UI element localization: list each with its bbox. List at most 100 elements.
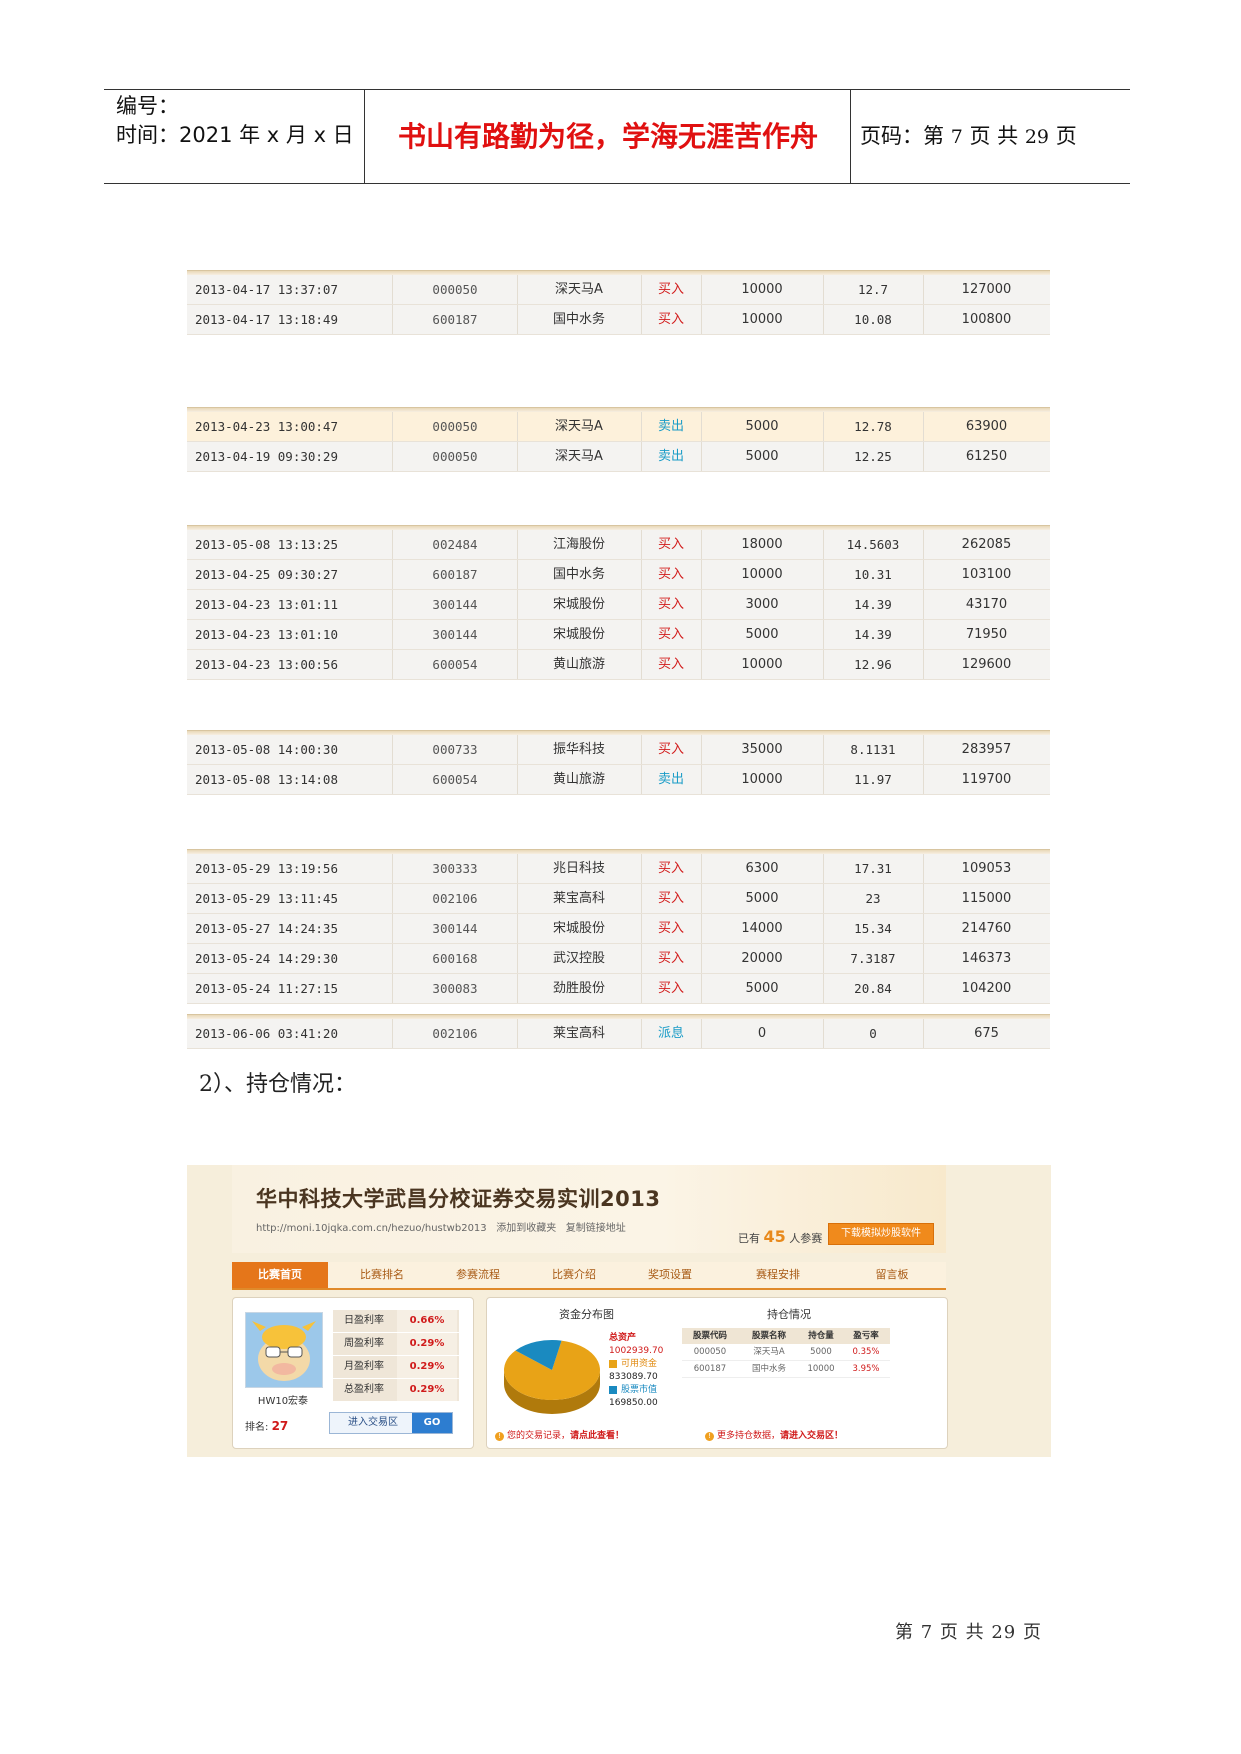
trade-quantity: 10000 [701,305,824,334]
trade-action: 派息 [641,1019,702,1048]
trade-price: 12.7 [823,275,924,304]
trade-quantity: 5000 [701,442,824,471]
avatar [245,1312,323,1388]
trade-record-note[interactable]: ! 您的交易记录，请点此查看！ [495,1428,624,1441]
trade-amount: 109053 [961,861,1012,876]
trade-row: 2013-05-24 11:27:15 300083 劲胜股份 买入 5000 20.84… [187,974,1050,1004]
note-link[interactable]: 请点此查看！ [570,1431,624,1441]
trade-row: 2013-05-08 14:00:30 000733 振华科技 买入 35000 8.11… [187,735,1050,765]
rank-value: 27 [271,1419,289,1433]
trade-quantity: 10000 [701,560,824,589]
stock-name: 江海股份 [517,530,642,559]
trade-action: 买入 [641,560,702,589]
cash-legend: 可用资金 [609,1358,663,1371]
stat-label: 月盈利率 [344,1361,384,1372]
trade-time: 2013-04-25 09:30:27 [187,560,393,589]
stock-code: 300083 [393,974,518,1003]
fund-pie-chart [504,1340,600,1414]
contest-url[interactable]: http://moni.10jqka.com.cn/hezuo/hustwb20… [256,1223,487,1234]
trade-amount: 43170 [965,597,1008,612]
page-prefix: 页码：第 [860,124,944,148]
stock-code: 600187 [393,305,518,334]
trade-action: 买入 [641,914,702,943]
stock-name: 武汉控股 [517,944,642,973]
nav-tab-ranking[interactable]: 比赛排名 [334,1262,430,1288]
trade-time: 2013-04-19 09:30:29 [187,442,393,471]
holdings-header: 股票代码 [692,1331,727,1341]
profit-stats: 日盈利率 0.66% 周盈利率 0.29% 月盈利率 0.29% 总盈利率 0.29% [333,1310,459,1402]
page-total: 29 [1024,126,1050,148]
trade-price: 12.78 [823,412,924,441]
trade-price: 11.97 [823,765,924,794]
trade-price: 10.08 [823,305,924,334]
note-link[interactable]: 请进入交易区！ [780,1431,843,1441]
nav-tab-process[interactable]: 参赛流程 [430,1262,526,1288]
download-software-button[interactable]: 下载模拟炒股软件 [828,1223,934,1245]
trade-time: 2013-05-08 13:13:25 [187,530,393,559]
stock-name: 国中水务 [517,560,642,589]
stock-code: 002484 [393,530,518,559]
copy-link[interactable]: 复制链接地址 [566,1223,626,1234]
trade-quantity: 18000 [701,530,824,559]
trade-amount: 146373 [961,951,1012,966]
stock-name: 莱宝高科 [517,884,642,913]
trade-quantity: 0 [701,1019,824,1048]
holding-code: 000050 [693,1347,727,1357]
holding-code: 600187 [693,1364,727,1374]
nav-tab-schedule[interactable]: 赛程安排 [718,1262,838,1288]
trade-table: 2013-06-06 03:41:20 002106 莱宝高科 派息 0 0 675 [187,1014,1050,1049]
trade-amount: 262085 [961,537,1012,552]
trade-quantity: 6300 [701,854,824,883]
enter-trading-label: 进入交易区 [348,1417,398,1428]
stat-label: 总盈利率 [344,1384,384,1395]
holding-name: 国中水务 [751,1364,786,1374]
trade-action: 买入 [641,944,702,973]
stock-code: 002106 [393,1019,518,1048]
nav-tab-awards[interactable]: 奖项设置 [622,1262,718,1288]
trade-price: 23 [823,884,924,913]
trade-amount: 214760 [961,921,1012,936]
nav-tab-messages[interactable]: 留言板 [838,1262,946,1288]
note-text: 更多持仓数据， [717,1431,781,1441]
trade-table: 2013-04-17 13:37:07 000050 深天马A 买入 10000 12.7… [187,270,1050,335]
stat-row: 月盈利率 0.29% [333,1356,459,1378]
warning-icon: ! [495,1432,504,1441]
contest-screenshot: 华中科技大学武昌分校证券交易实训2013 http://moni.10jqka.… [187,1165,1051,1457]
trade-amount: 61250 [965,449,1008,464]
stock-code: 600187 [393,560,518,589]
trade-price: 7.3187 [823,944,924,973]
trade-row: 2013-05-08 13:13:25 002484 江海股份 买入 18000 14.5… [187,530,1050,560]
enter-trading-button[interactable]: 进入交易区 GO [329,1412,453,1434]
trade-quantity: 35000 [701,735,824,764]
nav-tab-intro[interactable]: 比赛介绍 [526,1262,622,1288]
trade-quantity: 20000 [701,944,824,973]
stock-code: 300144 [393,914,518,943]
contest-title: 华中科技大学武昌分校证券交易实训2013 [256,1187,661,1211]
stat-row: 周盈利率 0.29% [333,1333,459,1355]
trade-price: 14.39 [823,620,924,649]
go-button[interactable]: GO [412,1413,452,1433]
holdings-more-note[interactable]: ! 更多持仓数据，请进入交易区！ [705,1428,843,1441]
stock-code: 600054 [393,765,518,794]
stock-code: 000050 [393,442,518,471]
stock-name: 宋城股份 [517,914,642,943]
contest-url-line: http://moni.10jqka.com.cn/hezuo/hustwb20… [256,1219,626,1234]
trade-amount: 127000 [961,282,1012,297]
trade-price: 8.1131 [823,735,924,764]
trade-price: 0 [823,1019,924,1048]
note-text: 您的交易记录， [507,1431,571,1441]
stat-row: 总盈利率 0.29% [333,1379,459,1401]
stock-code: 300333 [393,854,518,883]
holdings-title: 持仓情况 [767,1308,811,1321]
trade-amount: 115000 [961,891,1012,906]
trade-row: 2013-05-27 14:24:35 300144 宋城股份 买入 14000 15.3… [187,914,1050,944]
trade-amount: 100800 [961,312,1012,327]
total-assets-value: 1002939.70 [609,1346,664,1356]
stock-name: 国中水务 [517,305,642,334]
nav-tab-home[interactable]: 比赛首页 [232,1262,328,1288]
stock-label: 股票市值 [621,1385,658,1395]
trade-action: 买入 [641,590,702,619]
trade-action: 买入 [641,735,702,764]
holdings-header: 盈亏率 [853,1331,879,1341]
add-favorite-link[interactable]: 添加到收藏夹 [496,1223,556,1234]
